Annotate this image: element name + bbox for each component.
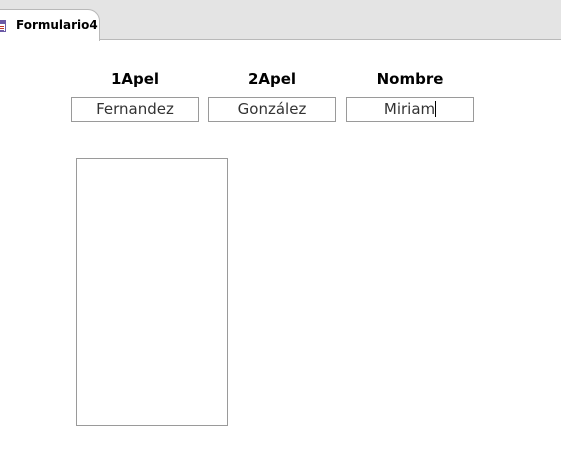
form-icon: [0, 20, 6, 32]
field-nombre[interactable]: Miriam: [346, 97, 474, 122]
field-nombre-value: Miriam: [383, 100, 436, 118]
text-caret: [435, 101, 437, 117]
document-tab-strip: Formulario4: [0, 0, 561, 41]
label-nombre: Nombre: [376, 70, 444, 88]
list-box[interactable]: [76, 158, 228, 426]
field-1apel-value: Fernandez: [96, 100, 174, 118]
field-2apel[interactable]: González: [208, 97, 336, 122]
field-2apel-value: González: [237, 100, 307, 118]
label-1apel: 1Apel: [110, 70, 160, 88]
tab-label: Formulario4: [16, 18, 98, 32]
field-1apel[interactable]: Fernandez: [71, 97, 199, 122]
label-2apel: 2Apel: [247, 70, 297, 88]
